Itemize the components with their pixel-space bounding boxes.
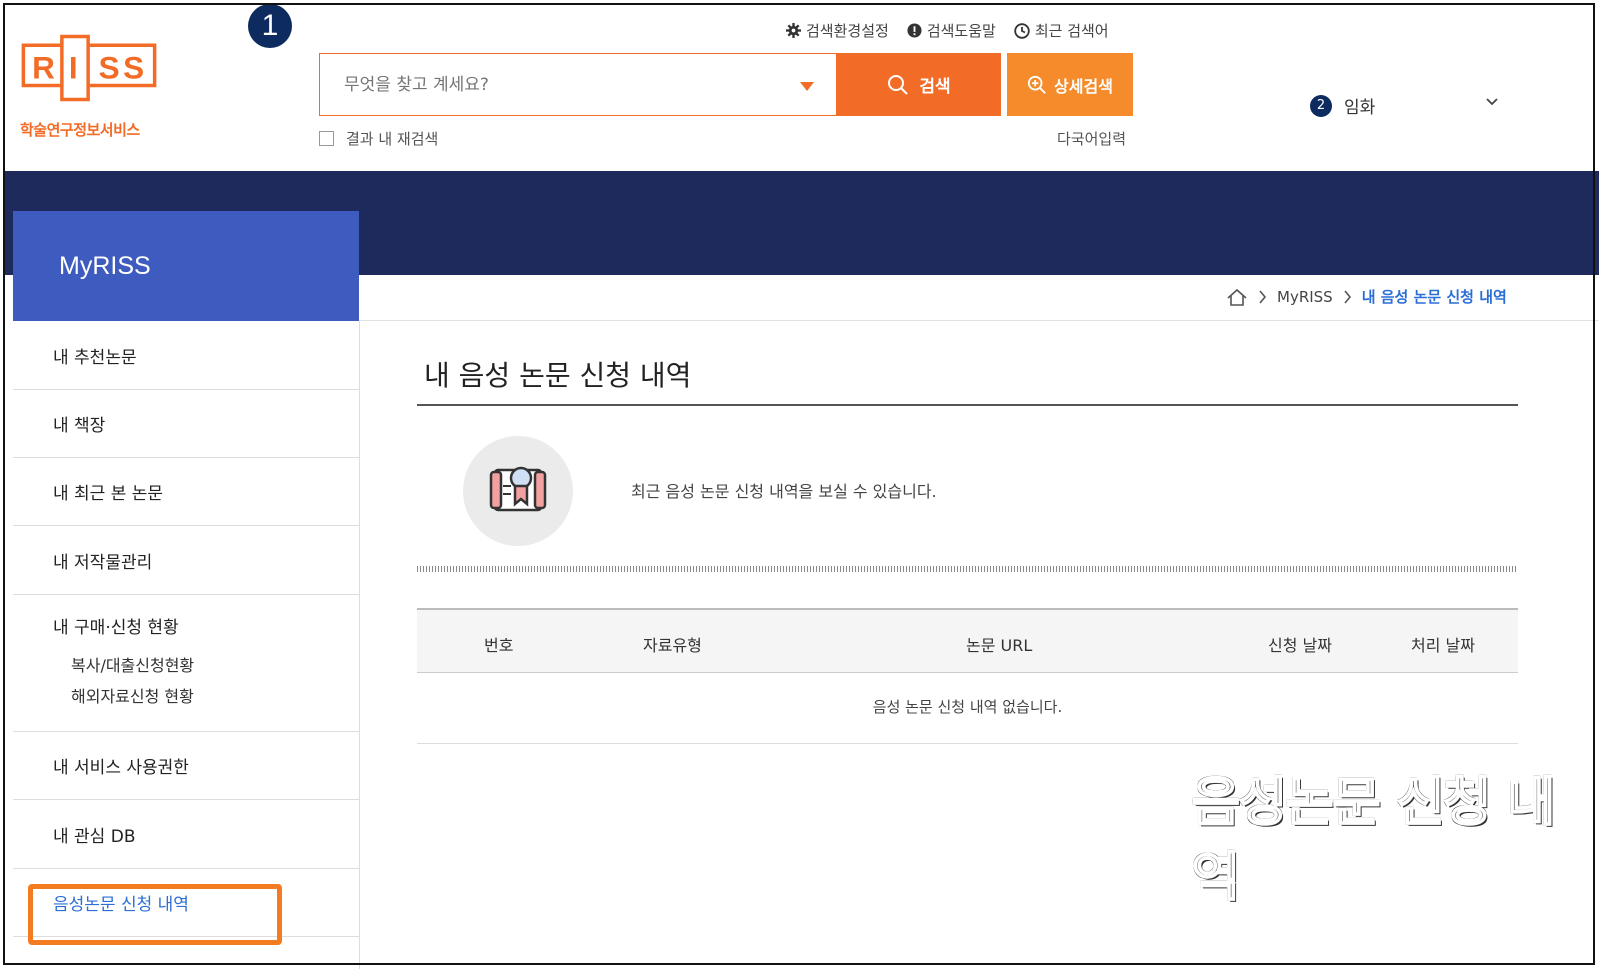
search-settings-link[interactable]: 검색환경설정 [786, 20, 889, 41]
sidebar-divider [359, 321, 360, 969]
search-settings-label: 검색환경설정 [806, 22, 889, 40]
breadcrumb: MyRISS 내 음성 논문 신청 내역 [1226, 286, 1507, 307]
table-header: 번호 자료유형 논문 URL 신청 날짜 처리 날짜 [417, 608, 1518, 673]
sidebar-item-label: 내 추천논문 [53, 347, 137, 368]
page-title: 내 음성 논문 신청 내역 [424, 359, 692, 392]
research-label: 결과 내 재검색 [346, 130, 439, 148]
user-menu[interactable]: 2 임화 [1310, 93, 1375, 118]
chevron-down-icon[interactable] [1484, 94, 1500, 110]
search-icon [888, 74, 909, 95]
table-bottom-border [417, 743, 1518, 744]
riss-logo[interactable]: R I S S 학술연구정보서비스 [12, 28, 172, 139]
home-icon[interactable] [1226, 288, 1248, 306]
user-badge: 2 [1310, 94, 1332, 117]
recent-searches-label: 최근 검색어 [1034, 22, 1109, 40]
empty-table-message: 음성 논문 신청 내역 없습니다. [872, 698, 1063, 716]
info-message: 최근 음성 논문 신청 내역을 보실 수 있습니다. [631, 482, 937, 501]
sidebar-item-recommended[interactable]: 내 추천논문 [13, 321, 359, 390]
sidebar-item-permissions[interactable]: 내 서비스 사용권한 [13, 732, 359, 800]
sidebar-nav: 내 추천논문 내 책장 내 최근 본 논문 내 저작물관리 내 구매·신청 현황… [13, 321, 359, 937]
sidebar-subitem-copy-loan[interactable]: 복사/대출신청현황 [53, 650, 194, 681]
svg-text:I: I [69, 50, 78, 86]
chevron-right-icon [1259, 289, 1267, 304]
advanced-search-button[interactable]: 상세검색 [1007, 53, 1133, 116]
column-header-process-date: 처리 날짜 [1411, 636, 1475, 655]
svg-text:R: R [32, 50, 55, 86]
zoom-plus-icon [1027, 75, 1046, 94]
svg-text:S: S [123, 50, 144, 86]
sidebar-item-label: 내 저작물관리 [53, 552, 153, 573]
sidebar-item-purchase: 내 구매·신청 현황 복사/대출신청현황 해외자료신청 현황 [13, 595, 359, 732]
breadcrumb-section[interactable]: MyRISS [1277, 288, 1333, 306]
utility-links: 검색환경설정 검색도움말 최근 검색어 [786, 20, 1109, 41]
breadcrumb-divider [359, 320, 1599, 321]
sidebar-item-bookshelf[interactable]: 내 책장 [13, 390, 359, 458]
highlight-box [28, 884, 282, 945]
recent-searches-link[interactable]: 최근 검색어 [1014, 20, 1109, 41]
breadcrumb-current: 내 음성 논문 신청 내역 [1361, 288, 1507, 306]
advanced-search-label: 상세검색 [1054, 76, 1113, 96]
gear-icon [786, 23, 801, 38]
sidebar-item-interest-db[interactable]: 내 관심 DB [13, 800, 359, 869]
info-icon [907, 23, 922, 38]
clock-icon [1014, 22, 1030, 39]
section-divider [417, 566, 1518, 572]
research-checkbox[interactable] [319, 131, 334, 146]
certificate-book-icon [489, 466, 547, 512]
search-box [319, 53, 837, 116]
sidebar-item-works[interactable]: 내 저작물관리 [13, 526, 359, 595]
column-header-type: 자료유형 [643, 636, 702, 655]
riss-logo-mark: R I S S [21, 34, 157, 102]
step-badge: 1 [248, 4, 292, 48]
column-header-url: 논문 URL [966, 636, 1033, 655]
column-header-number: 번호 [484, 636, 514, 655]
search-button-label: 검색 [919, 77, 951, 97]
title-divider [417, 404, 1518, 406]
search-input[interactable] [342, 74, 766, 96]
search-button[interactable]: 검색 [837, 53, 1001, 116]
voice-paper-icon-circle [463, 436, 573, 546]
user-name: 임화 [1344, 98, 1376, 118]
sidebar-item-label: 내 최근 본 논문 [53, 484, 164, 504]
sidebar-item-label: 내 책장 [53, 416, 106, 436]
search-help-link[interactable]: 검색도움말 [907, 20, 996, 41]
sidebar-item-label[interactable]: 내 구매·신청 현황 [53, 614, 179, 642]
multilang-input-link[interactable]: 다국어입력 [1057, 128, 1126, 149]
search-help-label: 검색도움말 [926, 22, 996, 40]
svg-text:S: S [99, 50, 120, 86]
sidebar-item-label: 내 서비스 사용권한 [53, 758, 189, 778]
logo-subtitle: 학술연구정보서비스 [20, 121, 140, 139]
search-scope-dropdown-icon[interactable] [800, 82, 814, 91]
sidebar-subitem-overseas[interactable]: 해외자료신청 현황 [53, 681, 194, 712]
sidebar-item-recent[interactable]: 내 최근 본 논문 [13, 458, 359, 526]
sidebar-item-label: 내 관심 DB [53, 826, 136, 847]
sidebar-title: MyRISS [13, 211, 359, 321]
column-header-request-date: 신청 날짜 [1268, 636, 1332, 655]
chevron-right-icon [1344, 289, 1351, 304]
research-in-results[interactable]: 결과 내 재검색 [319, 128, 438, 149]
overlay-caption: 음성논문 신청 내역 [1191, 772, 1556, 909]
